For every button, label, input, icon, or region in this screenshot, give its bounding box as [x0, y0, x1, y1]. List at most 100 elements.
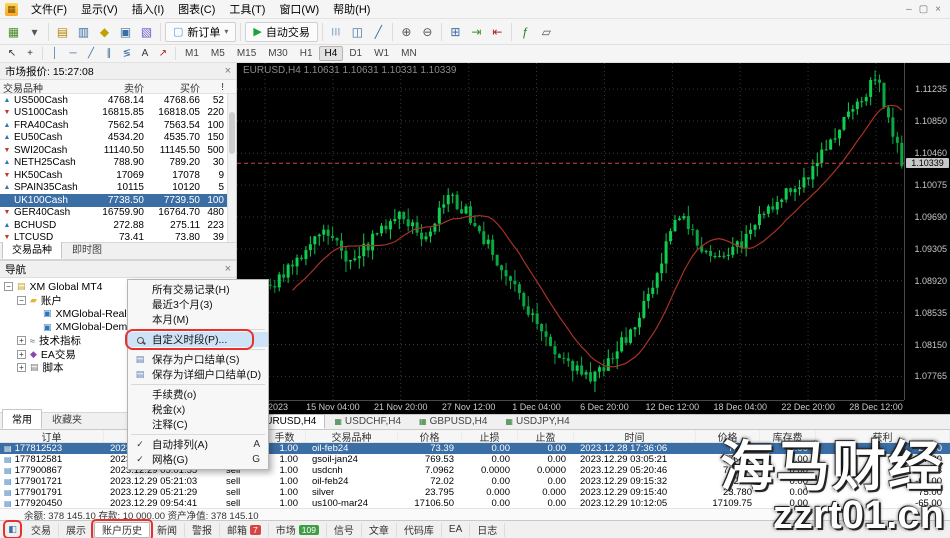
tab-account-history[interactable]: 账户历史: [94, 522, 150, 538]
collapse-icon[interactable]: −: [17, 296, 26, 305]
market-watch-icon[interactable]: ▤: [52, 22, 73, 42]
tab-market[interactable]: 市场109: [269, 523, 327, 537]
timeframe-m5[interactable]: M5: [205, 46, 231, 61]
timeframe-m30[interactable]: M30: [262, 46, 293, 61]
toolbox-corner-icon[interactable]: ◧: [6, 523, 19, 536]
arrows-icon[interactable]: ↗: [154, 46, 172, 61]
menu-taxes[interactable]: 税金(x): [128, 402, 268, 417]
terminal-icon[interactable]: ▣: [115, 22, 136, 42]
menu-view[interactable]: 显示(V): [74, 0, 125, 18]
profiles-icon[interactable]: ▾: [24, 22, 45, 42]
menu-window[interactable]: 窗口(W): [272, 0, 326, 18]
chart-tab-usdchf[interactable]: ▦USDCHF,H4: [325, 414, 410, 429]
expand-icon[interactable]: +: [17, 363, 26, 372]
menu-help[interactable]: 帮助(H): [326, 0, 377, 18]
menu-file[interactable]: 文件(F): [24, 0, 74, 18]
history-row[interactable]: ▤1779017212023.12.29 05:21:03sell1.00oil…: [0, 476, 950, 487]
templates-icon[interactable]: ▱: [536, 22, 557, 42]
auto-scroll-icon[interactable]: ⇥: [466, 22, 487, 42]
trendline-icon[interactable]: ╱: [82, 46, 100, 61]
menu-grid[interactable]: ✓网格(G)G: [128, 452, 268, 467]
indicators-icon[interactable]: ƒ: [515, 22, 536, 42]
scrollbar-thumb[interactable]: [229, 112, 235, 154]
menu-auto-arrange[interactable]: ✓自动排列(A)A: [128, 437, 268, 452]
expand-icon[interactable]: +: [17, 336, 26, 345]
tile-windows-icon[interactable]: ⊞: [445, 22, 466, 42]
menu-last-3-months[interactable]: 最近3个月(3): [128, 297, 268, 312]
history-row[interactable]: ▤1779204502023.12.29 09:54:41sell1.00us1…: [0, 498, 950, 508]
tab-journal[interactable]: 日志: [470, 523, 505, 537]
menu-comments[interactable]: 注释(C): [128, 417, 268, 432]
vertical-line-icon[interactable]: │: [46, 46, 64, 61]
new-chart-icon[interactable]: ▦: [3, 22, 24, 42]
history-row[interactable]: ▤1779017912023.12.29 05:21:29sell1.00sil…: [0, 487, 950, 498]
candlestick-chart-icon[interactable]: ◫: [347, 22, 368, 42]
tab-news[interactable]: 新闻: [150, 523, 185, 537]
market-watch-row[interactable]: ▲US500Cash4768.144768.6652: [0, 94, 236, 107]
market-watch-row[interactable]: ▲EU50Cash4534.204535.70150: [0, 132, 236, 145]
crosshair-icon[interactable]: +: [21, 46, 39, 61]
menu-all-history[interactable]: 所有交易记录(H): [128, 282, 268, 297]
timeframe-d1[interactable]: D1: [343, 46, 368, 61]
menu-charts[interactable]: 图表(C): [171, 0, 222, 18]
menu-commissions[interactable]: 手续费(o): [128, 387, 268, 402]
collapse-icon[interactable]: −: [4, 282, 13, 291]
bar-chart-icon[interactable]: |||: [326, 22, 347, 42]
restore-icon[interactable]: ▢: [919, 4, 928, 15]
cursor-icon[interactable]: ↖: [3, 46, 21, 61]
tab-tick-chart[interactable]: 即时图: [62, 239, 112, 259]
tab-code-base[interactable]: 代码库: [397, 523, 442, 537]
chart-shift-icon[interactable]: ⇤: [487, 22, 508, 42]
fibonacci-icon[interactable]: ≶: [118, 46, 136, 61]
market-watch-row[interactable]: ▼SWI20Cash11140.5011145.50500: [0, 144, 236, 157]
new-order-button[interactable]: ▢新订单▾: [165, 22, 236, 42]
tab-mailbox[interactable]: 邮箱7: [220, 523, 269, 537]
market-watch-row[interactable]: ▲NETH25Cash788.90789.2030: [0, 157, 236, 170]
channel-icon[interactable]: ∥: [100, 46, 118, 61]
tab-favorites[interactable]: 收藏夹: [42, 409, 92, 429]
timeframe-h1[interactable]: H1: [294, 46, 319, 61]
horizontal-line-icon[interactable]: ─: [64, 46, 82, 61]
price-axis[interactable]: 1.112351.108501.104601.100751.096901.093…: [904, 63, 950, 400]
market-watch-row[interactable]: ▼GER40Cash16759.9016764.70480: [0, 207, 236, 220]
market-watch-row[interactable]: ▲UK100Cash7738.507739.50100: [0, 194, 236, 207]
price-chart[interactable]: EURUSD,H4 1.10631 1.10631 1.10331 1.1033…: [237, 63, 950, 414]
market-watch-scrollbar[interactable]: [227, 94, 236, 242]
close-navigator-icon[interactable]: ×: [225, 263, 231, 275]
minimize-icon[interactable]: –: [906, 4, 912, 15]
line-chart-icon[interactable]: ╱: [368, 22, 389, 42]
tab-trade[interactable]: 交易: [24, 523, 59, 537]
timeframe-h4[interactable]: H4: [319, 46, 344, 61]
chart-tab-usdjpy[interactable]: ▦USDJPY,H4: [496, 414, 578, 429]
market-watch-row[interactable]: ▼LTCUSD73.4173.8039: [0, 232, 236, 243]
zoom-in-icon[interactable]: ⊕: [396, 22, 417, 42]
tab-common[interactable]: 常用: [2, 409, 42, 429]
menu-save-as-detailed-report[interactable]: ▤保存为详细户口结单(D): [128, 367, 268, 382]
expand-icon[interactable]: +: [17, 350, 26, 359]
market-watch-row[interactable]: ▲FRA40Cash7562.547563.54100: [0, 119, 236, 132]
tab-signals[interactable]: 信号: [327, 523, 362, 537]
text-label-icon[interactable]: A: [136, 46, 154, 61]
menu-tools[interactable]: 工具(T): [222, 0, 272, 18]
menu-this-month[interactable]: 本月(M): [128, 312, 268, 327]
time-axis[interactable]: 9 Nov 202315 Nov 04:0021 Nov 20:0027 Nov…: [237, 400, 904, 414]
menu-custom-period[interactable]: 自定义时段(P)...: [128, 332, 268, 347]
timeframe-w1[interactable]: W1: [368, 46, 395, 61]
close-market-watch-icon[interactable]: ×: [225, 65, 231, 77]
menu-save-as-report[interactable]: ▤保存为户口结单(S): [128, 352, 268, 367]
tab-exposure[interactable]: 展示: [59, 523, 94, 537]
timeframe-mn[interactable]: MN: [395, 46, 423, 61]
data-window-icon[interactable]: ▥: [73, 22, 94, 42]
tab-experts[interactable]: EA: [442, 523, 470, 537]
market-watch-row[interactable]: ▲SPAIN35Cash10115101205: [0, 182, 236, 195]
autotrading-button[interactable]: ▶自动交易: [245, 22, 317, 42]
menu-insert[interactable]: 插入(I): [125, 0, 171, 18]
zoom-out-icon[interactable]: ⊖: [417, 22, 438, 42]
tab-symbols[interactable]: 交易品种: [2, 239, 62, 259]
strategy-tester-icon[interactable]: ▧: [136, 22, 157, 42]
candlestick-chart-svg[interactable]: [237, 63, 904, 400]
timeframe-m15[interactable]: M15: [231, 46, 262, 61]
market-watch-row[interactable]: ▲BCHUSD272.88275.11223: [0, 219, 236, 232]
chart-tab-gbpusd[interactable]: ▦GBPUSD,H4: [410, 414, 496, 429]
tab-alerts[interactable]: 警报: [185, 523, 220, 537]
